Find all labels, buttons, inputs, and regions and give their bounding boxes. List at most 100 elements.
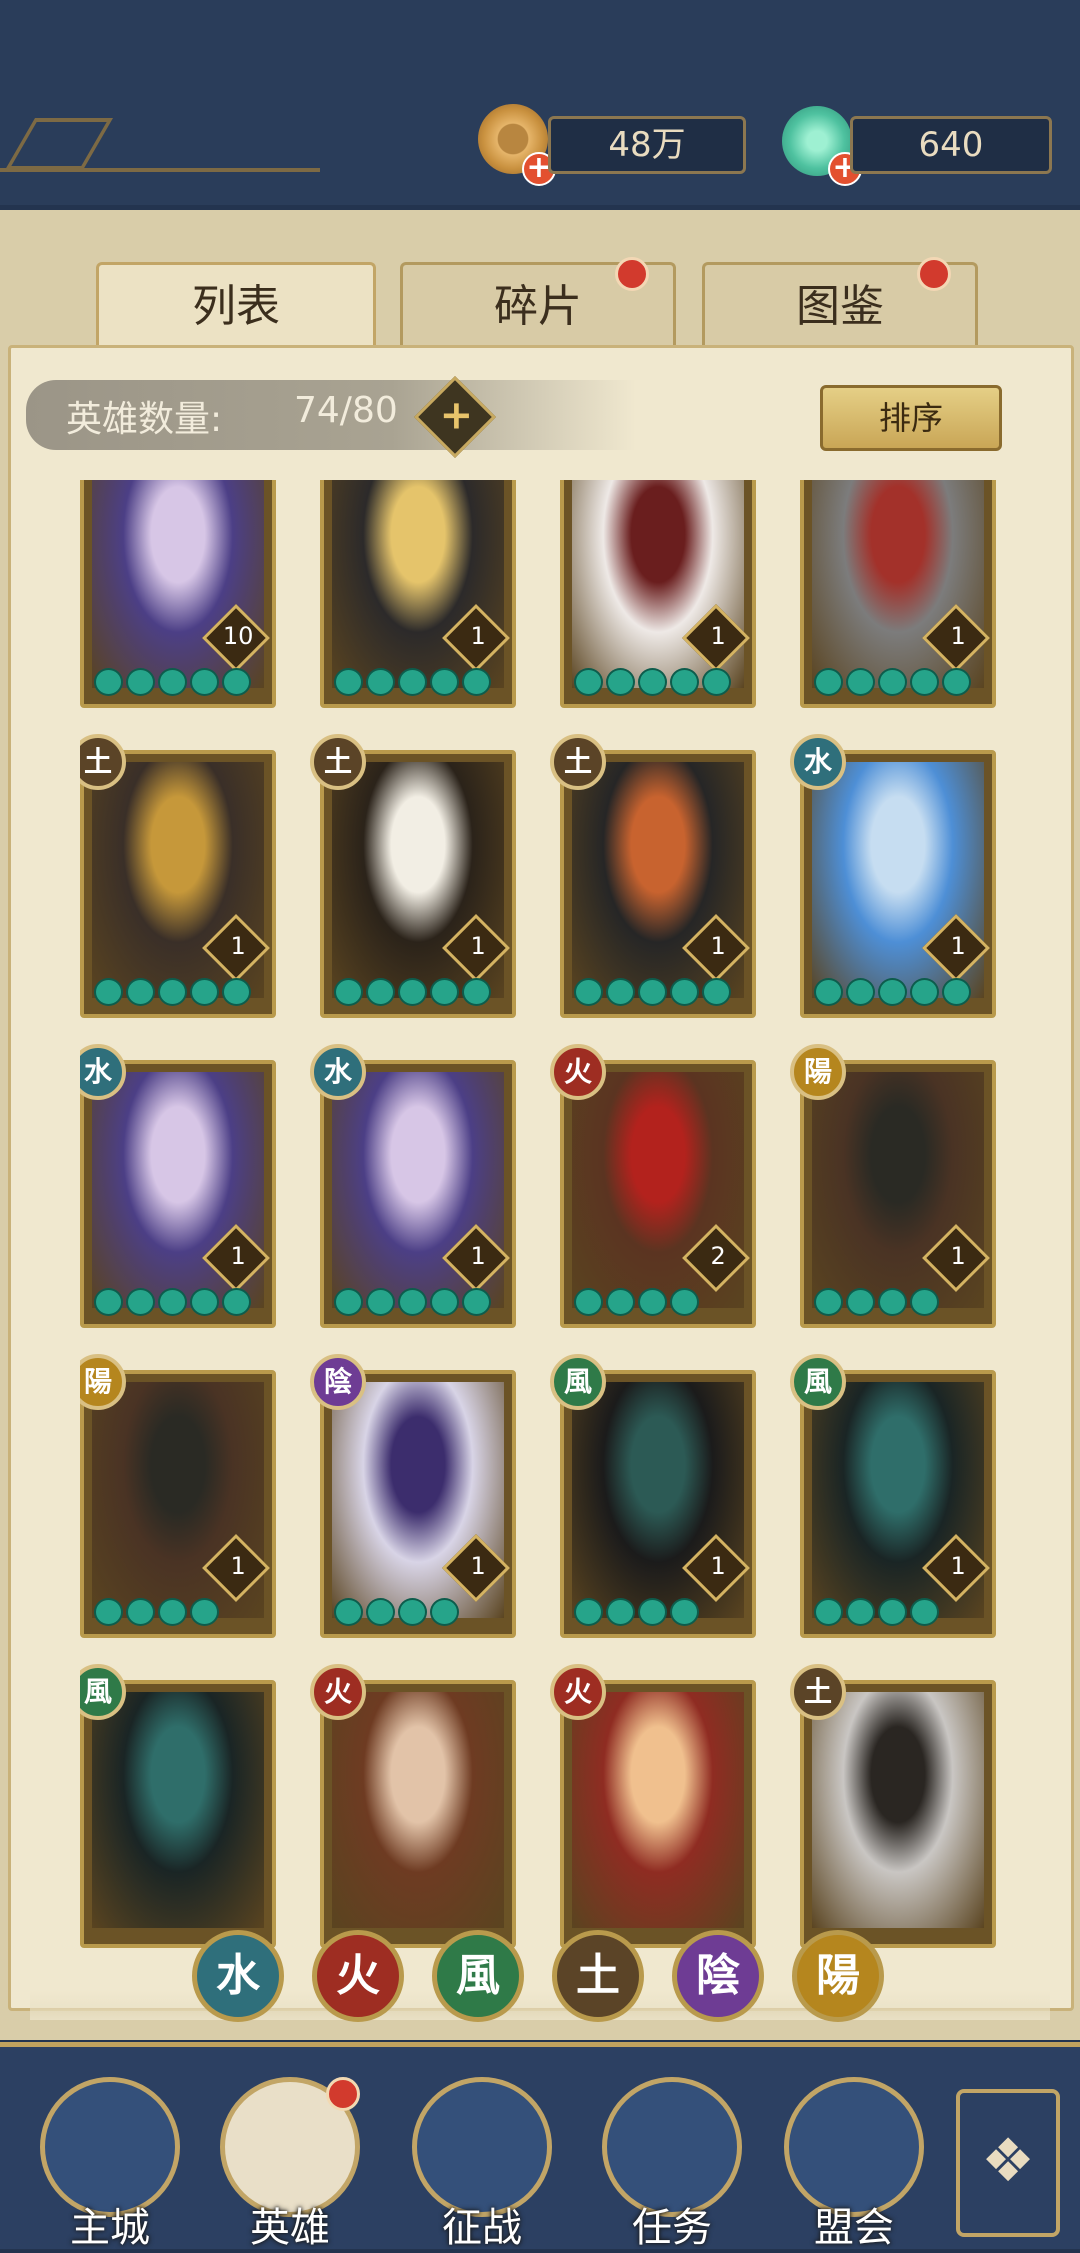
jade-star-icon	[94, 668, 123, 696]
hero-count-bar: 英雄数量: 74/80 +	[26, 375, 636, 459]
jade-star-icon	[910, 1598, 939, 1626]
hero-star-row	[334, 978, 491, 1008]
hero-level: 1	[230, 1241, 246, 1270]
jade-star-icon	[190, 1598, 219, 1626]
jade-star-icon	[574, 1598, 603, 1626]
nav-label: 盟会	[814, 2205, 894, 2251]
filter-fire-button[interactable]: 火	[312, 1930, 404, 2022]
hero-card[interactable]: 1	[320, 480, 516, 708]
hero-level: 1	[470, 621, 486, 650]
jade-star-icon	[398, 1598, 427, 1626]
jade-star-icon	[878, 668, 907, 696]
hero-card[interactable]: 1	[800, 1060, 996, 1328]
tab-list-label: 列表	[192, 281, 280, 332]
filter-yang-button[interactable]: 陽	[792, 1930, 884, 2022]
hero-star-row	[334, 668, 491, 698]
hero-card[interactable]	[800, 1680, 996, 1948]
jade-star-icon	[606, 1288, 635, 1316]
filter-yin-button[interactable]: 陰	[672, 1930, 764, 2022]
coin-amount: 48万	[548, 116, 746, 174]
jade-star-icon	[702, 978, 731, 1006]
hero-level: 1	[710, 621, 726, 650]
filter-water-button[interactable]: 水	[192, 1930, 284, 2022]
jade-star-icon	[846, 1598, 875, 1626]
hero-card[interactable]: 2	[560, 1060, 756, 1328]
hero-level: 1	[470, 1551, 486, 1580]
element-fire-icon: 火	[550, 1664, 606, 1720]
hero-card[interactable]	[80, 1680, 276, 1948]
hero-star-row	[574, 668, 731, 698]
jade-star-icon	[190, 1288, 219, 1316]
nav-campaign[interactable]: 征战	[412, 2077, 562, 2251]
hero-card[interactable]	[320, 1680, 516, 1948]
jade-star-icon	[670, 978, 699, 1006]
hero-card[interactable]	[560, 1680, 756, 1948]
nav-label: 征战	[442, 2205, 522, 2251]
hero-star-row	[334, 1288, 491, 1318]
hero-card[interactable]: 1	[80, 1060, 276, 1328]
hero-level: 1	[470, 931, 486, 960]
hero-card[interactable]: 10	[80, 480, 276, 708]
hero-portrait	[92, 1692, 264, 1928]
nav-label: 主城	[70, 2205, 150, 2251]
hero-star-row	[574, 1598, 699, 1628]
hero-card[interactable]: 1	[560, 1370, 756, 1638]
hero-level: 1	[950, 1241, 966, 1270]
hero-star-row	[94, 668, 251, 698]
hero-portrait	[812, 1692, 984, 1928]
jade-star-icon	[430, 668, 459, 696]
jade-star-icon	[814, 1288, 843, 1316]
hero-card[interactable]: 1	[80, 1370, 276, 1638]
jade-star-icon	[606, 978, 635, 1006]
hero-star-row	[814, 1288, 939, 1318]
element-filter-row: 水火風土陰陽	[0, 1930, 1080, 2030]
element-earth-icon: 土	[310, 734, 366, 790]
nav-tasks[interactable]: 任务	[602, 2077, 752, 2251]
hero-card[interactable]: 1	[800, 1370, 996, 1638]
hero-count-label: 英雄数量:	[66, 399, 223, 440]
jade-star-icon	[366, 1288, 395, 1316]
hero-star-row	[94, 978, 251, 1008]
hero-card[interactable]: 1	[320, 750, 516, 1018]
jade-star-icon	[334, 1288, 363, 1316]
hero-card[interactable]: 1	[560, 750, 756, 1018]
tab-list[interactable]: 列表	[96, 262, 376, 349]
jade-star-icon	[222, 978, 251, 1006]
nav-main-city[interactable]: 主城	[40, 2077, 190, 2251]
element-yang-icon: 陽	[790, 1044, 846, 1100]
tab-codex[interactable]: 图鉴	[702, 257, 978, 349]
hero-card[interactable]: 1	[80, 750, 276, 1018]
jade-star-icon	[606, 668, 635, 696]
jade-star-icon	[94, 1598, 123, 1626]
tab-fragments[interactable]: 碎片	[400, 257, 676, 349]
jade-star-icon	[878, 1598, 907, 1626]
jade-star-icon	[334, 978, 363, 1006]
hero-level: 1	[950, 621, 966, 650]
expand-hero-slots-button[interactable]: +	[413, 375, 497, 459]
filter-earth-button[interactable]: 土	[552, 1930, 644, 2022]
hero-level: 1	[950, 1551, 966, 1580]
jade-star-icon	[126, 668, 155, 696]
element-wind-icon: 風	[790, 1354, 846, 1410]
hero-card[interactable]: 1	[320, 1060, 516, 1328]
sort-button[interactable]: 排序	[820, 385, 1002, 451]
jade-star-icon	[462, 978, 491, 1006]
hero-card[interactable]: 1	[320, 1370, 516, 1638]
more-menu-button[interactable]: ❖	[956, 2089, 1060, 2237]
hero-card[interactable]: 1	[800, 750, 996, 1018]
jade-star-icon	[670, 668, 699, 696]
jade-star-icon	[366, 978, 395, 1006]
nav-heroes[interactable]: 英雄	[220, 2077, 370, 2251]
hero-panel: 列表 碎片 图鉴 英雄数量: 74/80 + 排序 10 水 1 陽 1 火 1 火 1 土 1 土 1…	[0, 210, 1080, 2040]
jade-star-icon	[430, 978, 459, 1006]
filter-wind-button[interactable]: 風	[432, 1930, 524, 2022]
gem-amount: 640	[850, 116, 1052, 174]
nav-guild[interactable]: 盟会	[784, 2077, 934, 2251]
hero-card[interactable]: 1	[800, 480, 996, 708]
hero-level: 2	[710, 1241, 726, 1270]
jade-star-icon	[670, 1288, 699, 1316]
bottom-nav: 主城 英雄 征战 任务 盟会 ❖	[0, 2042, 1080, 2251]
hero-portrait	[332, 1692, 504, 1928]
hero-card[interactable]: 1	[560, 480, 756, 708]
jade-star-icon	[190, 668, 219, 696]
